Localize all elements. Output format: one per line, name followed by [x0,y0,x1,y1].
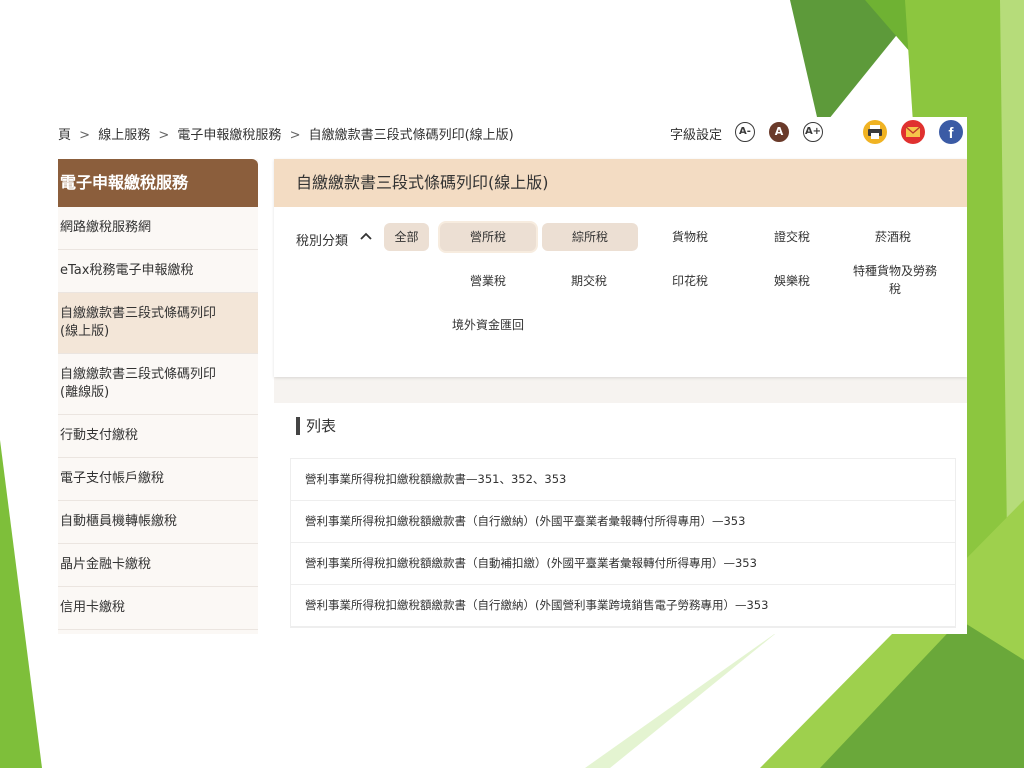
chip-business-tax[interactable]: 營業稅 [440,267,536,295]
sidebar: 電子申報繳稅服務 網路繳稅服務網 eTax稅務電子申報繳稅 自繳繳款書三段式條碼… [58,159,258,634]
font-normal-button[interactable]: A [769,122,789,142]
breadcrumb: 頁 > 線上服務 > 電子申報繳稅服務 > 自繳繳款書三段式條碼列印(線上版) [58,124,514,143]
list-item[interactable]: 營利事業所得稅扣繳稅額繳款書（自動補扣繳）(外國平臺業者彙報轉付所得專用）—35… [291,543,955,585]
sidebar-item-mobile-payment[interactable]: 行動支付繳稅 [58,415,258,458]
chip-securities-tax[interactable]: 證交稅 [744,223,840,251]
font-larger-button[interactable]: A+ [803,122,823,142]
mail-icon[interactable] [901,120,925,144]
main-content: 自繳繳款書三段式條碼列印(線上版) 稅別分類 全部 營所稅 綜所稅 貨物稅 證交… [274,159,967,634]
filter-card: 自繳繳款書三段式條碼列印(線上版) 稅別分類 全部 營所稅 綜所稅 貨物稅 證交… [274,159,967,377]
sidebar-item-credit-card[interactable]: 信用卡繳稅 [58,587,258,630]
sidebar-item-chip-card[interactable]: 晶片金融卡繳稅 [58,544,258,587]
chip-stamp-tax[interactable]: 印花稅 [642,267,738,295]
breadcrumb-online-services[interactable]: 線上服務 [98,128,150,143]
chip-offshore-funds-repatriation[interactable]: 境外資金匯回 [440,311,536,339]
breadcrumb-separator: > [79,128,91,143]
printer-icon[interactable] [863,120,887,144]
breadcrumb-e-filing[interactable]: 電子申報繳稅服務 [177,128,281,143]
form-list: 營利事業所得稅扣繳稅額繳款書—351、352、353 營利事業所得稅扣繳稅額繳款… [290,458,956,628]
sidebar-item-atm-transfer[interactable]: 自動櫃員機轉帳繳稅 [58,501,258,544]
font-size-label: 字級設定 [670,128,723,143]
breadcrumb-separator: > [289,128,301,143]
chip-business-income-tax[interactable]: 營所稅 [440,223,536,251]
sidebar-item-tax-payment-portal[interactable]: 網路繳稅服務網 [58,207,258,250]
sidebar-item-barcode-offline[interactable]: 自繳繳款書三段式條碼列印 (離線版) [58,354,258,415]
list-item[interactable]: 營利事業所得稅扣繳稅額繳款書（自行繳納）(外國平臺業者彙報轉付所得專用）—353 [291,501,955,543]
sidebar-item-barcode-online[interactable]: 自繳繳款書三段式條碼列印 (線上版) [58,293,258,354]
list-item[interactable]: 營利事業所得稅扣繳稅額繳款書—351、352、353 [291,459,955,501]
chip-specifically-selected-goods-tax[interactable]: 特種貨物及勞務 稅 [845,262,945,300]
svg-text:f: f [949,125,955,142]
chip-tobacco-alcohol-tax[interactable]: 菸酒稅 [845,223,941,251]
breadcrumb-separator: > [158,128,170,143]
chip-futures-tax[interactable]: 期交稅 [541,267,637,295]
font-smaller-button[interactable]: A- [735,122,755,142]
chip-commodity-tax[interactable]: 貨物稅 [642,223,738,251]
chip-individual-income-tax[interactable]: 綜所稅 [542,223,638,251]
chip-amusement-tax[interactable]: 娛樂稅 [744,267,840,295]
list-item[interactable]: 營利事業所得稅扣繳稅額繳款書（自行繳納）(外國營利事業跨境銷售電子勞務專用）—3… [291,585,955,627]
chevron-up-icon[interactable] [359,229,373,247]
top-bar: 頁 > 線上服務 > 電子申報繳稅服務 > 自繳繳款書三段式條碼列印(線上版) … [58,117,967,151]
sidebar-item-e-payment-account[interactable]: 電子支付帳戶繳稅 [58,458,258,501]
list-card: 列表 營利事業所得稅扣繳稅額繳款書—351、352、353 營利事業所得稅扣繳稅… [274,403,967,634]
sidebar-item-etax[interactable]: eTax稅務電子申報繳稅 [58,250,258,293]
browser-screenshot: 頁 > 線上服務 > 電子申報繳稅服務 > 自繳繳款書三段式條碼列印(線上版) … [58,117,967,634]
facebook-icon[interactable]: f [939,120,963,144]
breadcrumb-home[interactable]: 頁 [58,128,71,143]
chip-all[interactable]: 全部 [384,223,429,251]
breadcrumb-current: 自繳繳款書三段式條碼列印(線上版) [308,128,514,143]
page-title: 自繳繳款書三段式條碼列印(線上版) [274,159,967,207]
sidebar-title: 電子申報繳稅服務 [58,159,258,207]
list-title: 列表 [296,417,336,435]
tax-category-label: 稅別分類 [296,234,349,249]
